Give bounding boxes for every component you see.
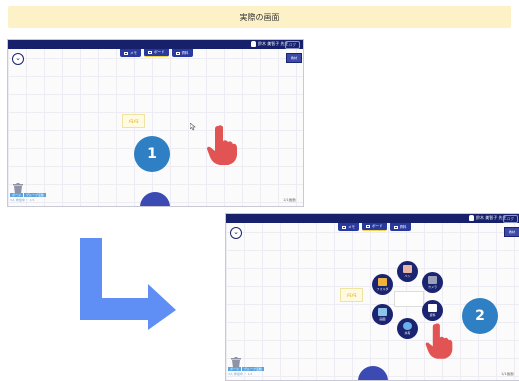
board-icon — [366, 225, 370, 228]
action-menu-button[interactable] — [358, 366, 388, 380]
step-badge-1: 1 — [134, 136, 170, 172]
tab-material[interactable]: 資料 — [171, 49, 193, 57]
user-info: 鈴木 美智子 先生 — [251, 41, 289, 47]
logout-button[interactable]: ログ — [285, 41, 300, 49]
status-area: ボード グループ活動 3人 参加中 ・ 1/1 — [10, 193, 47, 202]
section-header: 実際の画面 — [8, 6, 511, 28]
board-icon — [148, 51, 152, 54]
tab-memo[interactable]: メモ — [120, 49, 141, 57]
material-icon — [393, 225, 398, 229]
status-chip-board: ボード — [10, 193, 24, 197]
menu-toggle-button[interactable]: ⌄ — [230, 227, 242, 239]
chevron-down-icon: ⌄ — [233, 227, 239, 236]
menu-toggle-button[interactable]: ⌄ — [12, 53, 24, 65]
chevron-down-icon: ⌄ — [15, 53, 21, 62]
material-icon — [175, 51, 180, 55]
camera-icon — [428, 276, 437, 284]
tab-memo[interactable]: メモ — [338, 223, 359, 231]
page-counter: 1/1画面 — [283, 198, 296, 202]
memo-note[interactable]: ﾒﾓﾒﾓ — [340, 288, 363, 302]
user-icon — [251, 41, 256, 47]
screen-before: 鈴木 美智子 先生 ログ メモ ボード 資料 ⌄ 教材 ﾒﾓﾒﾓ 1 ボード グル… — [7, 39, 304, 207]
flow-arrow-icon — [80, 238, 176, 330]
user-icon — [469, 215, 474, 221]
material-button[interactable]: 教材 — [504, 227, 519, 237]
status-sub: 3人 参加中 ・ 1/1 — [228, 372, 253, 376]
selected-card[interactable] — [394, 291, 424, 307]
material-button[interactable]: 教材 — [286, 53, 302, 63]
top-bar: 鈴木 美智子 先生 ログ — [8, 40, 303, 49]
logout-button[interactable]: ログ — [503, 215, 518, 223]
status-area: ボード グループ活動 3人 参加中 ・ 1/1 — [228, 367, 265, 376]
memo-note[interactable]: ﾒﾓﾒﾓ — [122, 114, 145, 128]
tab-material[interactable]: 資料 — [389, 223, 411, 231]
screen-icon — [378, 308, 387, 316]
status-sub: 3人 参加中 ・ 1/1 — [10, 198, 35, 202]
ring-item-pen[interactable]: ペン — [397, 261, 418, 282]
tab-board[interactable]: ボード — [144, 49, 169, 57]
status-chip-group: グループ活動 — [24, 193, 46, 197]
globe-icon — [403, 322, 412, 330]
memo-icon — [342, 225, 346, 229]
page-counter: 1/1画面 — [501, 372, 514, 376]
status-chip-group: グループ活動 — [242, 367, 264, 371]
document-icon — [428, 304, 437, 312]
pen-icon — [403, 265, 412, 273]
ring-item-share[interactable]: 共有 — [397, 318, 418, 339]
top-bar: 鈴木 美智子 先生 ログ — [226, 214, 519, 223]
hand-pointer-icon — [207, 125, 237, 165]
hand-pointer-icon — [425, 323, 453, 359]
action-menu-button[interactable] — [140, 192, 170, 206]
memo-icon — [124, 51, 128, 55]
ring-item-folder[interactable]: フォルダ — [372, 274, 393, 295]
user-info: 鈴木 美智子 先生 — [469, 215, 507, 221]
tab-bar: メモ ボード 資料 — [338, 223, 411, 231]
ring-item-camera[interactable]: カメラ — [422, 272, 443, 293]
folder-icon — [378, 278, 387, 286]
status-chip-board: ボード — [228, 367, 242, 371]
screen-after: 鈴木 美智子 先生 ログ メモ ボード 資料 ⌄ 教材 ﾒﾓﾒﾓ ペン カメラ … — [225, 213, 519, 381]
ring-item-material[interactable]: 資料 — [422, 300, 443, 321]
user-name: 鈴木 美智子 先生 — [476, 215, 507, 220]
step-badge-2: 2 — [462, 298, 498, 334]
tab-bar: メモ ボード 資料 — [120, 49, 193, 57]
user-name: 鈴木 美智子 先生 — [258, 41, 289, 46]
section-title: 実際の画面 — [239, 12, 280, 22]
ring-item-screen[interactable]: 画面 — [372, 304, 393, 325]
cursor-icon — [190, 123, 196, 131]
tab-board[interactable]: ボード — [362, 223, 387, 231]
